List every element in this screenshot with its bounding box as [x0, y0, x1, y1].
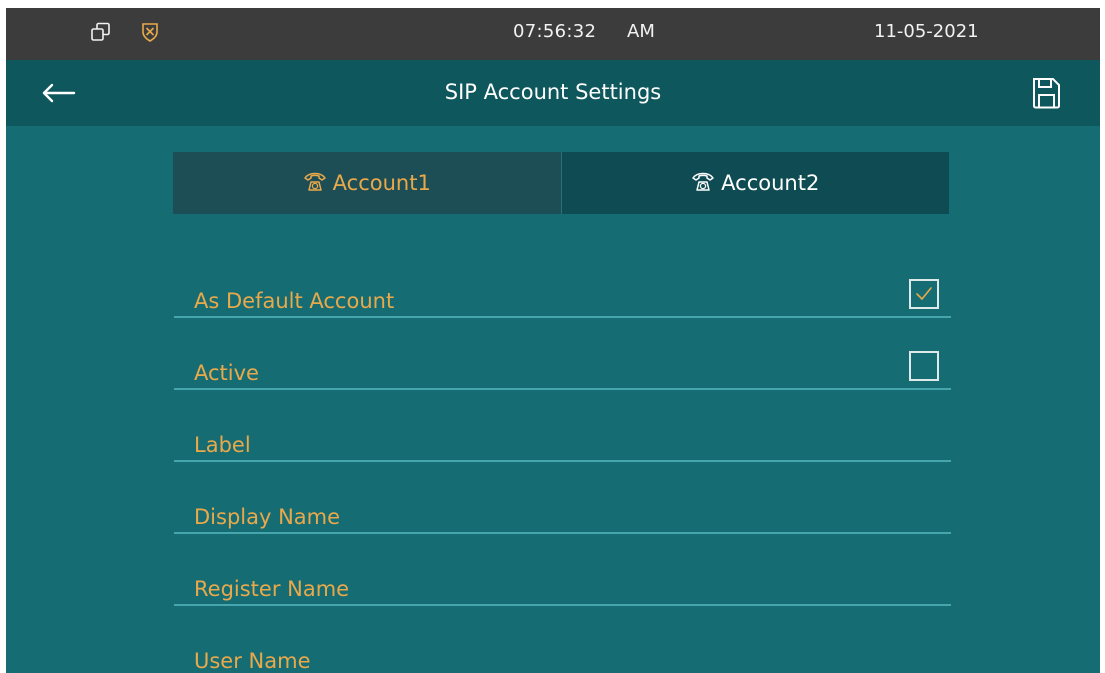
account-tabs: Account1 Account2 [173, 152, 949, 214]
row-label[interactable]: Label [174, 390, 951, 462]
row-as-default-account[interactable]: As Default Account [174, 246, 951, 318]
as-default-account-checkbox[interactable] [909, 279, 939, 309]
row-user-name[interactable]: User Name [174, 606, 951, 673]
tab-account2[interactable]: Account2 [560, 152, 949, 214]
tab-label: Account1 [332, 171, 431, 195]
shield-icon [140, 21, 160, 47]
page-title: SIP Account Settings [444, 80, 662, 104]
window-icon [90, 21, 112, 47]
save-button[interactable] [1030, 76, 1062, 110]
settings-list: As Default Account Active Label Display … [174, 246, 951, 673]
status-ampm: AM [627, 21, 655, 42]
active-checkbox[interactable] [909, 351, 939, 381]
tab-label: Account2 [721, 171, 820, 195]
tab-account1[interactable]: Account1 [173, 152, 561, 214]
status-date: 11-05-2021 [874, 21, 979, 42]
field-label: Display Name [194, 505, 341, 529]
status-bar: 07:56:32 AM 11-05-2021 [6, 8, 1100, 60]
field-label: Label [194, 433, 251, 457]
field-label: As Default Account [194, 289, 395, 313]
field-label: User Name [194, 649, 311, 673]
field-label: Register Name [194, 577, 350, 601]
row-display-name[interactable]: Display Name [174, 462, 951, 534]
phone-icon [691, 170, 715, 197]
phone-icon [303, 170, 327, 197]
screen: 07:56:32 AM 11-05-2021 SIP Account Setti… [6, 8, 1100, 673]
field-label: Active [194, 361, 259, 385]
save-icon [1030, 78, 1062, 114]
row-active[interactable]: Active [174, 318, 951, 390]
status-time: 07:56:32 [513, 21, 597, 42]
title-bar: SIP Account Settings [6, 60, 1100, 126]
row-register-name[interactable]: Register Name [174, 534, 951, 606]
